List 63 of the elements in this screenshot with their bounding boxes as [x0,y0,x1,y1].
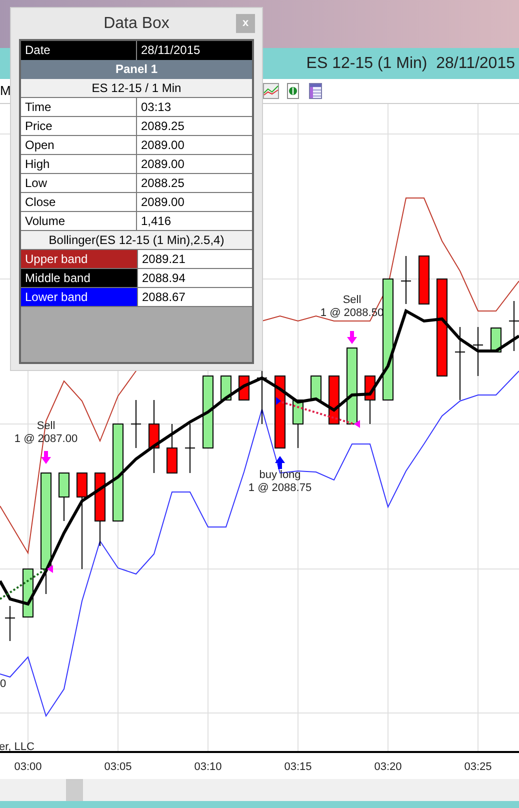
table-cell-text: 2089.25 [140,118,186,135]
dollar-document-icon[interactable] [287,83,299,99]
entry-marker-icon [276,397,281,405]
table-cell: Close [21,193,137,211]
trade-connector [0,568,47,600]
table-cell-text: 2089.00 [140,137,186,154]
time-axis-label: 03:20 [374,760,402,775]
candlestick [310,376,322,400]
candlestick [328,376,340,424]
down-arrow-icon [41,451,51,464]
candlestick [292,400,304,448]
trade-fill: 1 @ 2088.75 [248,482,312,494]
table-cell-text: 1,416 [140,213,172,230]
time-axis-label: 03:15 [284,760,312,775]
candlestick [400,256,412,304]
band-label: Lower band [21,288,137,306]
series-header: ES 12-15 / 1 Min [21,79,252,98]
time-axis-label: 03:05 [104,760,132,775]
table-cell: 2088.94 [137,269,252,287]
table-cell: Time [21,98,137,116]
indicator-header: Bollinger(ES 12-15 (1 Min),2.5,4) [21,231,252,250]
table-cell-text: 03:13 [140,99,172,116]
candlestick [364,376,376,424]
exit-marker-icon [47,565,53,573]
table-cell: Volume [21,212,137,230]
table-icon[interactable] [309,83,322,99]
table-cell-text: 2088.25 [140,175,186,192]
candlestick [184,424,196,474]
menu-label[interactable]: M [0,81,11,101]
panel-header: Panel 1 [21,60,252,79]
candlestick [4,606,16,642]
table-cell: Open [21,136,137,154]
chart-window-title: ES 12-15 (1 Min) 28/11/2015 [306,54,515,74]
table-cell: High [21,155,137,173]
candlestick [490,328,502,352]
data-box-title: Data Box [104,14,170,34]
table-cell: 2089.21 [137,250,252,268]
table-cell-text: 2089.00 [140,194,186,211]
candlestick [418,256,430,304]
band-label: Middle band [21,269,137,287]
scrollbar-thumb[interactable] [66,779,83,801]
table-cell-text: 2089.00 [140,156,186,173]
candlestick [220,376,232,400]
table-cell: 2088.67 [137,288,252,306]
candlestick [58,472,70,522]
candlestick [166,424,178,474]
time-axis-label: 03:00 [14,760,42,775]
candlestick [508,300,519,352]
time-axis-label: 03:25 [464,760,492,775]
trade-action: Sell [342,294,362,306]
chart-icon[interactable] [263,83,279,99]
table-cell: Low [21,174,137,192]
candlestick [472,326,484,376]
table-cell-text: 28/11/2015 [140,42,202,59]
exit-marker-icon [354,420,360,428]
time-axis-label: 03:10 [194,760,222,775]
table-cell: Price [21,117,137,135]
price-label: 0 [0,678,6,690]
candlestick [130,400,142,448]
band-label: Upper band [21,250,137,268]
down-arrow-icon [347,331,357,344]
trade-action: buy long [259,469,301,481]
up-arrow-icon [275,456,285,469]
